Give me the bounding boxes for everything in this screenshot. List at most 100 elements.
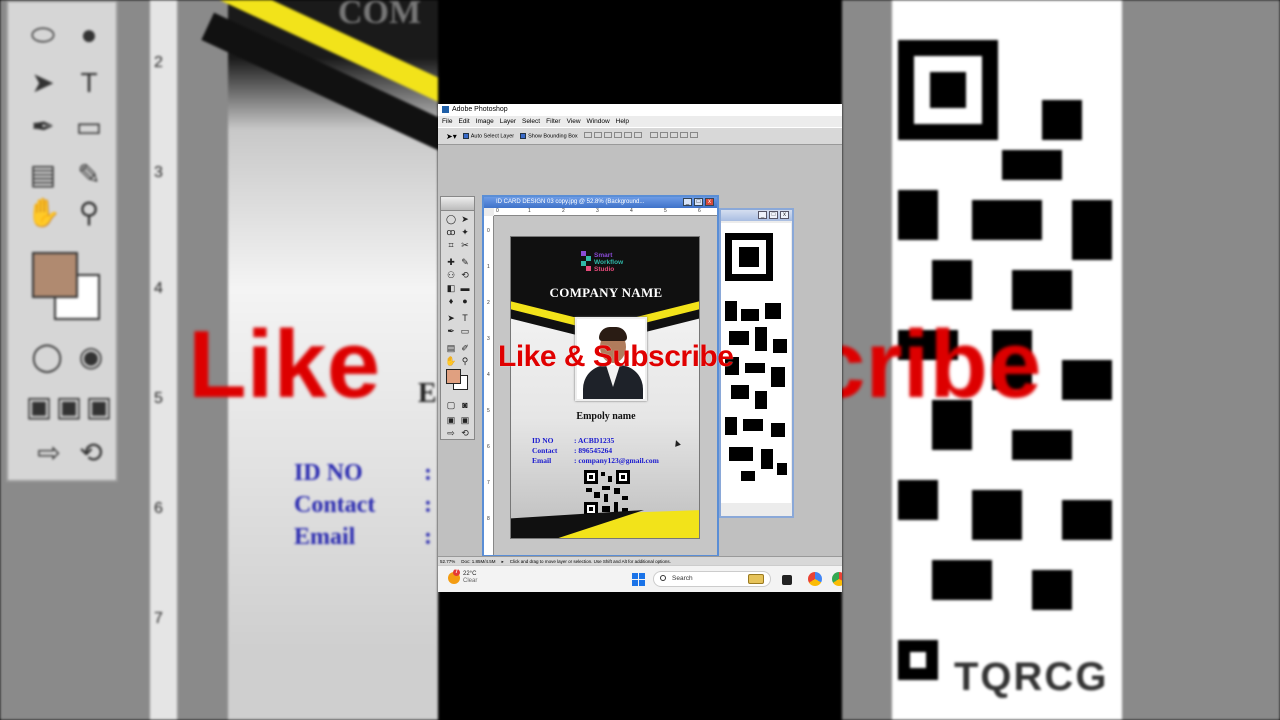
toolbox: ◯ ➤ ꝏ ✦ ⌗ ✂ ✚ ✎ ⚇ ⟲ ◧ ▬ ♦ ● ➤ T ✒ ▭ ▤ ✐ <box>440 196 475 440</box>
doc-size[interactable]: Doc: 1.85M/4.5M <box>461 557 495 565</box>
taskbar-search[interactable]: Search <box>653 571 771 587</box>
background-toolbox: ⬭ ● ➤ T ✒ ▭ ▤ ✎ ✋ ⚲ ◯ ◉ ▣ ▣ ▣ ⇨ ⟲ <box>6 0 118 482</box>
menu-edit[interactable]: Edit <box>458 116 469 127</box>
id-card-design[interactable]: Smart Workflow Studio COMPANY NAME Empol… <box>510 236 700 539</box>
qr-minimize-button[interactable]: _ <box>758 211 767 219</box>
magic-wand-icon[interactable]: ✦ <box>459 227 471 238</box>
foreground-color-swatch[interactable] <box>446 369 461 384</box>
brush-tool-icon[interactable]: ✎ <box>459 257 471 268</box>
menu-layer[interactable]: Layer <box>500 116 516 127</box>
info-row: ID NO: ACBD1235 <box>532 436 659 446</box>
close-button[interactable]: x <box>705 198 714 206</box>
align-buttons[interactable] <box>583 132 644 140</box>
qr-close-button[interactable]: x <box>780 211 789 219</box>
zoom-tool-icon[interactable]: ⚲ <box>459 356 471 367</box>
windows-start-icon[interactable] <box>632 573 645 586</box>
bounding-box-label: Show Bounding Box <box>528 133 578 140</box>
fullscreen-mode-icon[interactable]: ▣ <box>459 415 471 426</box>
move-tool-preset-icon[interactable]: ➤▾ <box>446 132 457 141</box>
bg-drop-icon: ⬭ <box>31 19 55 50</box>
file-explorer-icon[interactable] <box>782 575 792 585</box>
distribute-buttons[interactable] <box>649 132 700 140</box>
jump-to-icon[interactable]: ⇨ <box>445 428 457 439</box>
bg-pen-icon: ✒ <box>31 111 55 142</box>
menu-image[interactable]: Image <box>476 116 494 127</box>
bg-ghost-colon: : <box>424 524 432 550</box>
ruler-label: 4 <box>630 208 633 214</box>
notes-tool-icon[interactable]: ▤ <box>445 343 457 354</box>
logo-line-2: Workflow <box>594 258 624 266</box>
status-arrow-icon[interactable]: ▸ <box>502 557 504 565</box>
weather-widget[interactable]: 7 22°C Clear <box>448 569 477 585</box>
type-tool-icon[interactable]: T <box>459 313 471 324</box>
slice-tool-icon[interactable]: ✂ <box>459 240 471 251</box>
canvas-area[interactable]: Smart Workflow Studio COMPANY NAME Empol… <box>494 216 717 555</box>
zoom-level[interactable]: 52.77% <box>440 557 455 565</box>
marquee-tool-icon[interactable]: ◯ <box>445 214 457 225</box>
maximize-button[interactable]: □ <box>694 198 703 206</box>
move-tool-icon[interactable]: ➤ <box>459 214 471 225</box>
ruler-label: 1 <box>528 208 531 214</box>
quickmask-mode-icon[interactable]: ◙ <box>459 400 471 411</box>
bg-ruler-label: 3 <box>154 164 163 181</box>
screen-mode-icon[interactable]: ▣ <box>445 415 457 426</box>
imageready-icon[interactable]: ⟲ <box>459 428 471 439</box>
eraser-tool-icon[interactable]: ◧ <box>445 283 457 294</box>
minimize-button[interactable]: _ <box>683 198 692 206</box>
bounding-box-checkbox[interactable]: Show Bounding Box <box>520 132 578 140</box>
menu-window[interactable]: Window <box>587 116 610 127</box>
bg-screen-mode-icon: ▣ <box>25 391 53 422</box>
auto-select-checkbox[interactable]: Auto Select Layer <box>462 132 514 139</box>
logo-line-1: Smart <box>594 251 613 259</box>
qr-document-titlebar[interactable]: _ □ x <box>721 210 792 221</box>
standard-mode-icon[interactable]: ▢ <box>445 400 457 411</box>
weather-badge: 7 <box>453 569 460 576</box>
pen-tool-icon[interactable]: ✒ <box>445 326 457 337</box>
ruler-label: 7 <box>487 480 490 486</box>
bg-ghost-colon: : <box>424 460 432 486</box>
bg-notes-icon: ▤ <box>29 159 57 190</box>
chrome-icon[interactable] <box>832 572 842 586</box>
menu-file[interactable]: File <box>442 116 452 127</box>
ruler-label: 4 <box>487 372 490 378</box>
menu-select[interactable]: Select <box>522 116 540 127</box>
horizontal-ruler: 0 1 2 3 4 5 6 <box>494 208 717 216</box>
crop-tool-icon[interactable]: ⌗ <box>445 240 457 251</box>
toolbox-header[interactable] <box>441 197 474 211</box>
menu-view[interactable]: View <box>567 116 581 127</box>
ruler-label: 6 <box>487 444 490 450</box>
copilot-icon[interactable] <box>808 572 822 586</box>
info-row: Email: company123@gmail.com <box>532 456 659 466</box>
bg-ruler-label: 7 <box>154 610 163 627</box>
gradient-tool-icon[interactable]: ▬ <box>459 283 471 294</box>
ruler-label: 2 <box>562 208 565 214</box>
document-title: ID CARD DESIGN 03 copy.jpg @ 52.8% (Back… <box>496 199 645 205</box>
path-select-icon[interactable]: ➤ <box>445 313 457 324</box>
lasso-tool-icon[interactable]: ꝏ <box>445 227 457 238</box>
ruler-label: 5 <box>664 208 667 214</box>
eyedropper-icon[interactable]: ✐ <box>459 343 471 354</box>
info-key: Contact <box>532 446 558 455</box>
dodge-tool-icon[interactable]: ● <box>459 296 471 307</box>
qr-maximize-button[interactable]: □ <box>769 211 778 219</box>
hand-tool-icon[interactable]: ✋ <box>445 356 457 367</box>
bg-eyedropper-icon: ✎ <box>77 159 101 190</box>
bg-ghost-company: COM <box>338 0 422 31</box>
menu-help[interactable]: Help <box>616 116 629 127</box>
bg-like-text: Like <box>188 311 381 418</box>
ruler-label: 5 <box>487 408 490 414</box>
clone-stamp-icon[interactable]: ⚇ <box>445 270 457 281</box>
bg-hand-icon: ✋ <box>26 197 61 228</box>
shape-tool-icon[interactable]: ▭ <box>459 326 471 337</box>
bg-ghost-id: ID NO <box>294 460 363 486</box>
history-brush-icon[interactable]: ⟲ <box>459 270 471 281</box>
menu-bar: File Edit Image Layer Select Filter View… <box>438 116 842 127</box>
ruler-label: 8 <box>487 516 490 522</box>
document-titlebar[interactable]: ID CARD DESIGN 03 copy.jpg @ 52.8% (Back… <box>484 197 717 208</box>
document-window[interactable]: ID CARD DESIGN 03 copy.jpg @ 52.8% (Back… <box>482 195 719 557</box>
weather-temp: 22°C <box>463 571 477 577</box>
menu-filter[interactable]: Filter <box>546 116 560 127</box>
blur-tool-icon[interactable]: ♦ <box>445 296 457 307</box>
ruler-label: 1 <box>487 264 490 270</box>
healing-brush-icon[interactable]: ✚ <box>445 257 457 268</box>
